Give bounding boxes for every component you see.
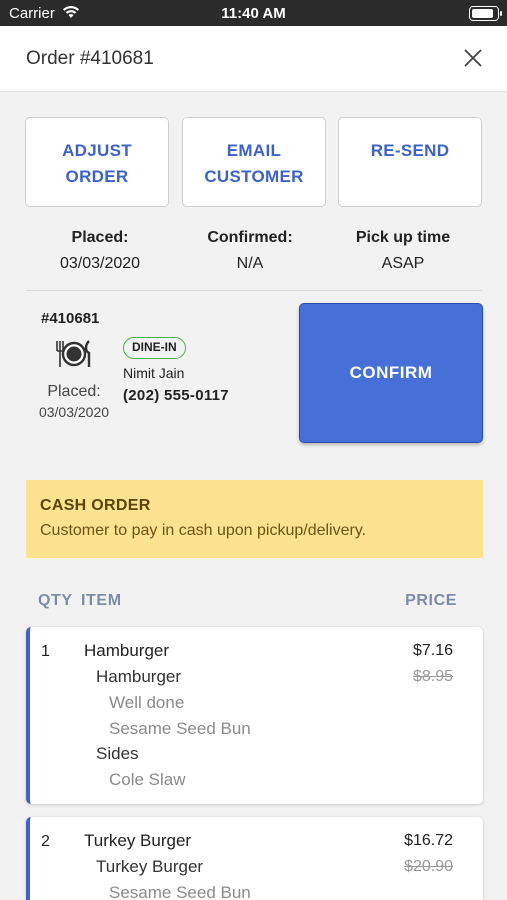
button-label-line: CUSTOMER xyxy=(204,167,304,186)
item-price: $16.72 xyxy=(404,832,453,849)
modal-header: Order #410681 xyxy=(0,26,507,92)
pickup-label: Pick up time xyxy=(355,229,451,246)
battery-icon xyxy=(469,6,502,21)
placed-value: 03/03/2020 xyxy=(59,255,141,272)
button-label-line: EMAIL xyxy=(226,141,282,160)
pickup-info: Pick up time ASAP xyxy=(325,229,481,273)
confirmed-value: N/A xyxy=(236,255,264,272)
order-item-card: 2 Turkey Burger $16.72 Turkey Burger $20… xyxy=(26,817,483,900)
page-title: Order #410681 xyxy=(26,48,154,69)
item-option-group: Turkey Burger xyxy=(96,857,204,876)
dine-in-plate-icon xyxy=(54,339,94,369)
button-label-line: RE-SEND xyxy=(370,141,450,160)
column-header-price: PRICE xyxy=(405,592,457,609)
item-name: Hamburger xyxy=(84,641,170,660)
button-label-line: ORDER xyxy=(65,167,129,186)
customer-name: Nimit Jain xyxy=(123,365,185,381)
item-qty: 2 xyxy=(41,833,50,850)
item-price: $7.16 xyxy=(412,642,453,659)
order-placed-label: Placed: xyxy=(47,383,101,400)
order-item-card: 1 Hamburger $7.16 Hamburger $8.95 Well d… xyxy=(26,627,483,804)
pickup-value: ASAP xyxy=(381,255,425,272)
customer-phone[interactable]: (202) 555-0117 xyxy=(123,387,229,404)
order-number: #410681 xyxy=(41,310,100,327)
status-bar: Carrier 11:40 AM xyxy=(0,0,507,26)
item-original-price: $20.90 xyxy=(404,858,453,875)
column-header-qty: QTY xyxy=(38,592,73,609)
cash-order-title: CASH ORDER xyxy=(40,497,151,514)
cash-order-notice: CASH ORDER Customer to pay in cash upon … xyxy=(26,480,483,558)
item-option: Sesame Seed Bun xyxy=(109,719,251,738)
item-option: Well done xyxy=(109,693,185,712)
column-header-item: ITEM xyxy=(81,592,122,609)
email-customer-button[interactable]: EMAIL CUSTOMER xyxy=(182,117,326,207)
item-option-group: Sides xyxy=(96,744,139,763)
resend-button[interactable]: RE-SEND xyxy=(338,117,482,207)
adjust-order-button[interactable]: ADJUST ORDER xyxy=(25,117,169,207)
button-label-line: ADJUST xyxy=(62,141,132,160)
item-original-price: $8.95 xyxy=(412,668,453,685)
divider xyxy=(26,290,482,291)
confirmed-info: Confirmed: N/A xyxy=(172,229,328,273)
order-placed-date: 03/03/2020 xyxy=(38,404,110,420)
item-option: Cole Slaw xyxy=(109,770,186,789)
item-name: Turkey Burger xyxy=(84,831,192,850)
close-icon[interactable] xyxy=(461,46,485,70)
placed-info: Placed: 03/03/2020 xyxy=(22,229,178,273)
cash-order-subtitle: Customer to pay in cash upon pickup/deli… xyxy=(40,522,367,539)
item-option: Sesame Seed Bun xyxy=(109,883,251,900)
item-qty: 1 xyxy=(41,643,50,660)
dine-in-badge: DINE-IN xyxy=(123,337,186,359)
confirmed-label: Confirmed: xyxy=(207,229,293,246)
item-option-group: Hamburger xyxy=(96,667,182,686)
confirm-button[interactable]: CONFIRM xyxy=(299,303,483,443)
clock: 11:40 AM xyxy=(221,5,286,22)
placed-label: Placed: xyxy=(71,229,129,246)
